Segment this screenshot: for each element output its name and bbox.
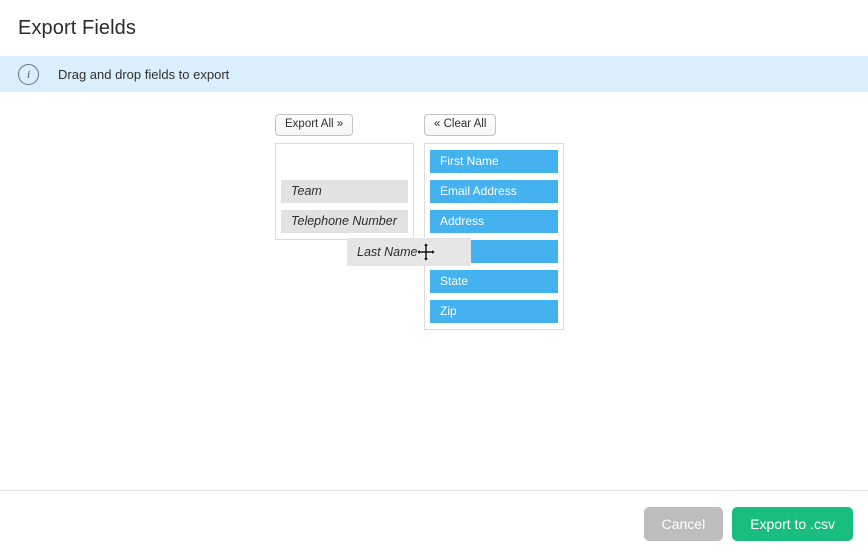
list-item[interactable]: First Name (430, 149, 558, 173)
list-item[interactable]: Address (430, 209, 558, 233)
dragged-field-item[interactable]: Last Name (347, 238, 471, 266)
list-item[interactable]: Telephone Number (281, 209, 408, 233)
export-all-button[interactable]: Export All » (275, 114, 354, 136)
info-circle-icon: i (18, 63, 39, 85)
drag-placeholder-gap (281, 150, 408, 173)
info-banner: i Drag and drop fields to export (0, 56, 868, 92)
cancel-button[interactable]: Cancel (643, 506, 724, 541)
list-item[interactable]: Email Address (430, 179, 558, 203)
info-banner-message: Drag and drop fields to export (58, 66, 230, 82)
list-item[interactable]: Team (281, 179, 408, 203)
field-label: State (440, 274, 469, 289)
field-label: Zip (440, 304, 457, 319)
dragged-field-label: Last Name (357, 245, 418, 259)
dialog-footer: Cancel Export to .csv (0, 490, 868, 556)
available-fields-panel[interactable]: Team Telephone Number (275, 142, 414, 240)
dialog-header: Export Fields (0, 0, 868, 56)
page-title: Export Fields (18, 16, 137, 39)
field-label: First Name (440, 154, 499, 169)
list-item[interactable]: Zip (430, 299, 558, 323)
field-transfer-widget: Export All » Team Telephone Number « Cle… (275, 114, 564, 330)
selected-column: « Clear All First Name Email Address Add… (424, 114, 564, 330)
export-to-csv-button[interactable]: Export to .csv (732, 506, 853, 541)
selected-fields-panel[interactable]: First Name Email Address Address City St… (424, 142, 564, 330)
available-column: Export All » Team Telephone Number (275, 114, 414, 240)
field-label: Address (440, 214, 485, 229)
field-label: Team (291, 184, 322, 199)
list-item[interactable]: State (430, 269, 558, 293)
clear-all-button[interactable]: « Clear All (424, 114, 497, 136)
field-label: Telephone Number (291, 214, 397, 229)
dialog-body: Export All » Team Telephone Number « Cle… (0, 92, 868, 490)
field-label: Email Address (440, 184, 517, 199)
